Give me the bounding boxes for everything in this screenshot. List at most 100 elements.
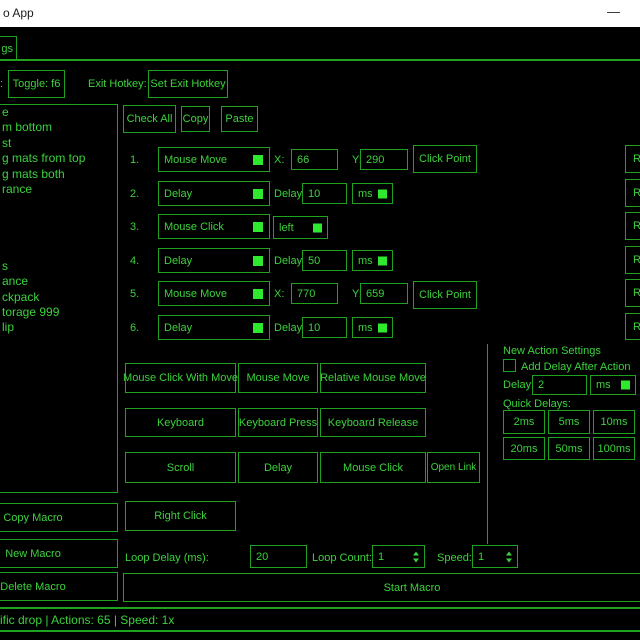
remove-action-button[interactable]: R bbox=[625, 212, 640, 240]
quick-delay-20ms-button[interactable]: 20ms bbox=[503, 437, 545, 460]
y-input[interactable]: 659 bbox=[360, 283, 408, 304]
mouse-button-dropdown[interactable]: left bbox=[273, 216, 328, 239]
remove-action-button[interactable]: R bbox=[625, 313, 640, 340]
remove-action-button[interactable]: R bbox=[625, 145, 640, 173]
macro-list-item[interactable] bbox=[0, 213, 117, 228]
paste-button[interactable]: Paste bbox=[221, 106, 258, 132]
minimize-icon[interactable]: — bbox=[607, 4, 620, 19]
dropdown-square-icon bbox=[313, 223, 322, 232]
quick-delay-50ms-button[interactable]: 50ms bbox=[548, 437, 590, 460]
delete-macro-button[interactable]: Delete Macro bbox=[0, 572, 118, 601]
macro-list-item[interactable] bbox=[0, 197, 117, 212]
action-type-dropdown[interactable]: Delay bbox=[158, 248, 270, 273]
status-text: ific drop | Actions: 65 | Speed: 1x bbox=[0, 613, 174, 627]
right-click-button[interactable]: Right Click bbox=[125, 501, 236, 531]
unit-value: ms bbox=[358, 322, 373, 334]
x-input[interactable]: 770 bbox=[291, 283, 338, 304]
unit-value: ms bbox=[358, 188, 373, 200]
macro-list-item[interactable]: torage 999 bbox=[0, 305, 117, 320]
macro-list-item[interactable]: rance bbox=[0, 182, 117, 197]
delay-label: Delay bbox=[274, 322, 302, 334]
action-type-dropdown[interactable]: Mouse Move bbox=[158, 147, 270, 172]
toggle-hotkey-button[interactable]: Toggle: f6 bbox=[8, 70, 65, 98]
mouse-click-button[interactable]: Mouse Click bbox=[320, 452, 426, 483]
macro-list-item[interactable]: lip bbox=[0, 320, 117, 335]
open-link-button[interactable]: Open Link bbox=[427, 452, 480, 483]
x-input[interactable]: 66 bbox=[291, 149, 338, 170]
start-macro-button[interactable]: Start Macro bbox=[123, 573, 640, 602]
delay-label: Delay bbox=[274, 255, 302, 267]
quick-delay-2ms-button[interactable]: 2ms bbox=[503, 410, 545, 434]
new-macro-button[interactable]: New Macro bbox=[0, 539, 118, 568]
stepper-arrows-icon[interactable] bbox=[413, 551, 419, 562]
loop-delay-input[interactable]: 20 bbox=[250, 545, 307, 568]
set-exit-hotkey-button[interactable]: Set Exit Hotkey bbox=[148, 70, 228, 98]
macro-list-item[interactable] bbox=[0, 244, 117, 259]
macro-list-item[interactable]: e bbox=[0, 105, 117, 120]
loop-count-stepper[interactable]: 1 bbox=[372, 545, 425, 568]
panel-divider bbox=[487, 344, 488, 544]
remove-action-button[interactable]: R bbox=[625, 279, 640, 307]
delay-input[interactable]: 10 bbox=[302, 183, 347, 204]
action-number: 1. bbox=[130, 154, 139, 166]
quick-delay-5ms-button[interactable]: 5ms bbox=[548, 410, 590, 434]
action-type-value: Delay bbox=[164, 188, 192, 200]
check-all-button[interactable]: Check All bbox=[123, 105, 176, 133]
copy-button[interactable]: Copy bbox=[181, 106, 210, 132]
new-action-unit-dropdown[interactable]: ms bbox=[590, 375, 636, 395]
macro-list-item[interactable]: m bottom bbox=[0, 120, 117, 135]
keyboard-release-button[interactable]: Keyboard Release bbox=[320, 408, 426, 437]
action-type-dropdown[interactable]: Delay bbox=[158, 181, 270, 206]
quick-delay-100ms-button[interactable]: 100ms bbox=[593, 437, 635, 460]
action-type-dropdown[interactable]: Mouse Click bbox=[158, 214, 270, 239]
keyboard-button[interactable]: Keyboard bbox=[125, 408, 236, 437]
copy-macro-button[interactable]: Copy Macro bbox=[0, 503, 118, 532]
new-action-settings-title: New Action Settings bbox=[503, 345, 601, 357]
macro-list-item[interactable]: g mats from top bbox=[0, 151, 117, 166]
speed-value: 1 bbox=[478, 551, 484, 563]
tab-settings-label: gs bbox=[1, 43, 13, 55]
click-point-button[interactable]: Click Point bbox=[413, 145, 477, 173]
mouse-click-with-move-button[interactable]: Mouse Click With Move bbox=[125, 363, 236, 393]
macro-list-item[interactable]: ance bbox=[0, 274, 117, 289]
speed-stepper[interactable]: 1 bbox=[472, 545, 518, 568]
y-input[interactable]: 290 bbox=[360, 149, 408, 170]
add-delay-checkbox[interactable] bbox=[503, 359, 516, 372]
remove-action-button[interactable]: R bbox=[625, 246, 640, 274]
macro-list-item[interactable] bbox=[0, 228, 117, 243]
action-type-dropdown[interactable]: Mouse Move bbox=[158, 281, 270, 306]
delay-input[interactable]: 10 bbox=[302, 317, 347, 338]
action-number: 5. bbox=[130, 288, 139, 300]
new-action-delay-input[interactable]: 2 bbox=[532, 375, 587, 395]
click-point-button[interactable]: Click Point bbox=[413, 281, 477, 309]
relative-mouse-move-button[interactable]: Relative Mouse Move bbox=[320, 363, 426, 393]
action-type-value: Mouse Move bbox=[164, 154, 227, 166]
remove-action-button[interactable]: R bbox=[625, 179, 640, 207]
action-type-value: Delay bbox=[164, 255, 192, 267]
speed-label: Speed: bbox=[437, 552, 472, 564]
x-label: X: bbox=[274, 288, 284, 300]
macro-list-item[interactable]: s bbox=[0, 259, 117, 274]
delay-button[interactable]: Delay bbox=[238, 452, 318, 483]
stepper-arrows-icon[interactable] bbox=[506, 551, 512, 562]
action-type-dropdown[interactable]: Delay bbox=[158, 315, 270, 340]
x-label: X: bbox=[274, 154, 284, 166]
unit-dropdown[interactable]: ms bbox=[352, 250, 393, 271]
unit-dropdown[interactable]: ms bbox=[352, 317, 393, 338]
mouse-move-button[interactable]: Mouse Move bbox=[238, 363, 318, 393]
tabstrip-divider bbox=[0, 59, 640, 61]
scroll-button[interactable]: Scroll bbox=[125, 452, 236, 483]
macro-list-item[interactable]: ckpack bbox=[0, 290, 117, 305]
delay-input[interactable]: 50 bbox=[302, 250, 347, 271]
loop-delay-label: Loop Delay (ms): bbox=[125, 552, 209, 564]
tab-settings[interactable]: gs bbox=[0, 36, 17, 61]
quick-delay-10ms-button[interactable]: 10ms bbox=[593, 410, 635, 434]
keyboard-press-button[interactable]: Keyboard Press bbox=[238, 408, 318, 437]
dropdown-square-icon bbox=[253, 323, 263, 333]
dropdown-square-icon bbox=[253, 222, 263, 232]
macro-list-item[interactable]: g mats both bbox=[0, 167, 117, 182]
macro-list[interactable]: e m bottom st g mats from top g mats bot… bbox=[0, 104, 118, 493]
macro-list-item[interactable]: st bbox=[0, 136, 117, 151]
unit-dropdown[interactable]: ms bbox=[352, 183, 393, 204]
loop-count-label: Loop Count: bbox=[312, 552, 372, 564]
